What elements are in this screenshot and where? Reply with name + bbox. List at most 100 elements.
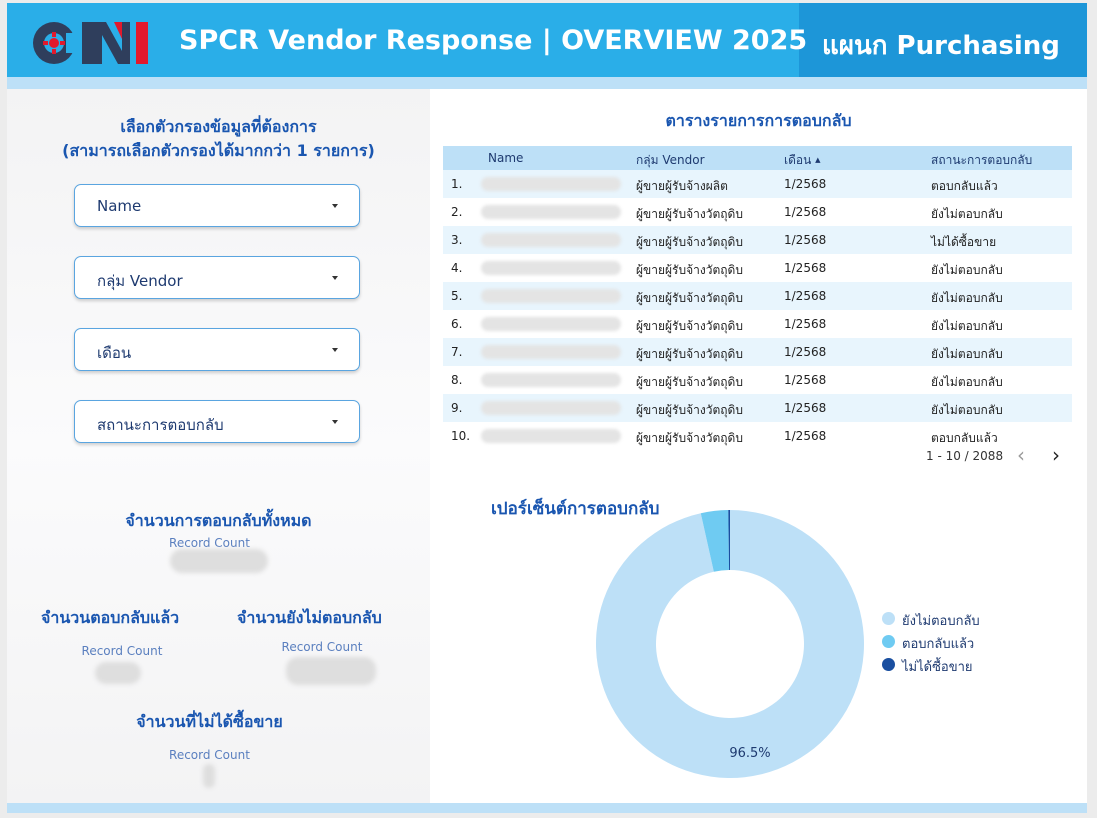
col-header-month-label: เดือน	[784, 153, 812, 167]
response-table: Name กลุ่ม Vendor เดือน ▲ สถานะการตอบกลั…	[443, 146, 1072, 450]
row-status: ไม่ได้ซื้อขาย	[931, 235, 997, 249]
table-body: 1. ผู้ขายผู้รับจ้างผลิต 1/2568 ตอบกลับแล้ว 2…	[443, 170, 1072, 450]
row-index: 9.	[451, 401, 463, 415]
metric-not-replied-sub: Record Count	[281, 640, 363, 654]
header-bar: SPCR Vendor Response | OVERVIEW 2025 แผน…	[7, 3, 1087, 77]
table-row[interactable]: 9. ผู้ขายผู้รับจ้างวัตถุดิบ 1/2568 ยังไม่ตอ…	[443, 394, 1072, 422]
chevron-right-icon[interactable]: ›	[1052, 444, 1060, 466]
metric-not-replied-title: จำนวนยังไม่ตอบกลับ	[237, 608, 382, 627]
row-month: 1/2568	[784, 177, 827, 191]
legend-swatch	[882, 658, 895, 671]
legend-swatch	[882, 635, 895, 648]
col-header-vendor-group[interactable]: กลุ่ม Vendor	[636, 151, 705, 170]
row-status: ยังไม่ตอบกลับ	[931, 375, 1003, 389]
row-index: 7.	[451, 345, 463, 359]
table-row[interactable]: 5. ผู้ขายผู้รับจ้างวัตถุดิบ 1/2568 ยังไม่ตอ…	[443, 282, 1072, 310]
header-underline	[7, 77, 1087, 89]
row-month: 1/2568	[784, 233, 827, 247]
row-month: 1/2568	[784, 205, 827, 219]
filter-label: เดือน	[97, 344, 132, 362]
sort-asc-icon: ▲	[815, 156, 821, 164]
row-name-redacted	[481, 401, 621, 415]
row-name-redacted	[481, 205, 621, 219]
row-index: 6.	[451, 317, 463, 331]
row-name-redacted	[481, 177, 621, 191]
metric-not-replied-value	[286, 657, 376, 685]
table-row[interactable]: 3. ผู้ขายผู้รับจ้างวัตถุดิบ 1/2568 ไม่ได้ซื…	[443, 226, 1072, 254]
row-name-redacted	[481, 261, 621, 275]
row-status: ยังไม่ตอบกลับ	[931, 263, 1003, 277]
row-status: ยังไม่ตอบกลับ	[931, 403, 1003, 417]
filter-label: Name	[97, 197, 142, 215]
col-header-month[interactable]: เดือน ▲	[784, 151, 821, 170]
row-month: 1/2568	[784, 345, 827, 359]
table-row[interactable]: 10. ผู้ขายผู้รับจ้างวัตถุดิบ 1/2568 ตอบกลับ…	[443, 422, 1072, 450]
metric-replied-value	[95, 662, 141, 684]
chevron-left-icon[interactable]: ‹	[1017, 444, 1025, 466]
row-status: ตอบกลับแล้ว	[931, 179, 998, 193]
row-vendor-group: ผู้ขายผู้รับจ้างวัตถุดิบ	[636, 347, 743, 361]
row-name-redacted	[481, 289, 621, 303]
metric-not-sold-value	[203, 764, 215, 788]
filters-title: เลือกตัวกรองข้อมูลที่ต้องการ (สามารถเลือ…	[7, 115, 430, 163]
donut-data-label: 96.5%	[729, 746, 770, 761]
department-label: แผนก Purchasing	[822, 31, 1060, 61]
filter-month-dropdown[interactable]: เดือน	[74, 328, 360, 371]
caret-down-icon	[332, 204, 338, 208]
col-header-name[interactable]: Name	[488, 151, 523, 165]
footer-bar	[7, 803, 1087, 813]
row-vendor-group: ผู้ขายผู้รับจ้างวัตถุดิบ	[636, 319, 743, 333]
caret-down-icon	[332, 276, 338, 280]
row-month: 1/2568	[784, 373, 827, 387]
row-name-redacted	[481, 233, 621, 247]
donut-chart: 96.5%	[596, 510, 864, 778]
legend-label: ตอบกลับแล้ว	[902, 637, 975, 652]
dashboard-title: SPCR Vendor Response | OVERVIEW 2025	[179, 25, 808, 56]
row-index: 1.	[451, 177, 463, 191]
row-status: ยังไม่ตอบกลับ	[931, 319, 1003, 333]
metric-total-value	[170, 549, 268, 573]
filters-title-line1: เลือกตัวกรองข้อมูลที่ต้องการ	[120, 117, 317, 136]
row-month: 1/2568	[784, 317, 827, 331]
legend-swatch	[882, 612, 895, 625]
table-header: Name กลุ่ม Vendor เดือน ▲ สถานะการตอบกลั…	[443, 146, 1072, 170]
col-header-status[interactable]: สถานะการตอบกลับ	[931, 151, 1032, 170]
row-vendor-group: ผู้ขายผู้รับจ้างวัตถุดิบ	[636, 235, 743, 249]
row-month: 1/2568	[784, 401, 827, 415]
filter-label: สถานะการตอบกลับ	[97, 416, 224, 434]
row-index: 5.	[451, 289, 463, 303]
filter-panel: เลือกตัวกรองข้อมูลที่ต้องการ (สามารถเลือ…	[7, 89, 430, 803]
table-row[interactable]: 6. ผู้ขายผู้รับจ้างวัตถุดิบ 1/2568 ยังไม่ตอ…	[443, 310, 1072, 338]
filter-vendor-group-dropdown[interactable]: กลุ่ม Vendor	[74, 256, 360, 299]
row-vendor-group: ผู้ขายผู้รับจ้างวัตถุดิบ	[636, 403, 743, 417]
legend-label: ไม่ได้ซื้อขาย	[902, 660, 973, 675]
row-index: 10.	[451, 429, 471, 443]
table-row[interactable]: 1. ผู้ขายผู้รับจ้างผลิต 1/2568 ตอบกลับแล้ว	[443, 170, 1072, 198]
filters-title-line2: (สามารถเลือกตัวกรองได้มากกว่า 1 รายการ)	[62, 141, 375, 160]
table-row[interactable]: 4. ผู้ขายผู้รับจ้างวัตถุดิบ 1/2568 ยังไม่ตอ…	[443, 254, 1072, 282]
metric-replied-title: จำนวนตอบกลับแล้ว	[41, 608, 180, 627]
table-row[interactable]: 8. ผู้ขายผู้รับจ้างวัตถุดิบ 1/2568 ยังไม่ตอ…	[443, 366, 1072, 394]
metric-replied-sub: Record Count	[81, 644, 163, 658]
row-index: 2.	[451, 205, 463, 219]
filter-name-dropdown[interactable]: Name	[74, 184, 360, 227]
row-status: ยังไม่ตอบกลับ	[931, 207, 1003, 221]
table-row[interactable]: 7. ผู้ขายผู้รับจ้างวัตถุดิบ 1/2568 ยังไม่ตอ…	[443, 338, 1072, 366]
row-month: 1/2568	[784, 289, 827, 303]
table-row[interactable]: 2. ผู้ขายผู้รับจ้างวัตถุดิบ 1/2568 ยังไม่ตอ…	[443, 198, 1072, 226]
row-index: 8.	[451, 373, 463, 387]
caret-down-icon	[332, 348, 338, 352]
row-status: ยังไม่ตอบกลับ	[931, 291, 1003, 305]
row-index: 4.	[451, 261, 463, 275]
row-status: ยังไม่ตอบกลับ	[931, 347, 1003, 361]
row-month: 1/2568	[784, 261, 827, 275]
row-vendor-group: ผู้ขายผู้รับจ้างวัตถุดิบ	[636, 263, 743, 277]
caret-down-icon	[332, 420, 338, 424]
filter-status-dropdown[interactable]: สถานะการตอบกลับ	[74, 400, 360, 443]
row-vendor-group: ผู้ขายผู้รับจ้างวัตถุดิบ	[636, 431, 743, 445]
row-month: 1/2568	[784, 429, 827, 443]
row-status: ตอบกลับแล้ว	[931, 431, 998, 445]
legend-label: ยังไม่ตอบกลับ	[902, 614, 980, 629]
metric-total-sub: Record Count	[169, 536, 250, 550]
row-vendor-group: ผู้ขายผู้รับจ้างวัตถุดิบ	[636, 291, 743, 305]
